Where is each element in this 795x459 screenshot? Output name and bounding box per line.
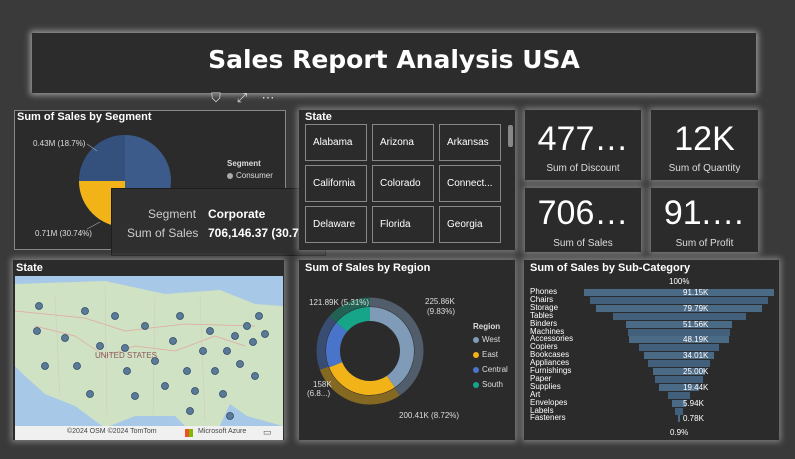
region-legend-title: Region: [473, 322, 501, 331]
segment-legend-label: Consumer: [236, 171, 273, 180]
region-label-bl1: 158K: [313, 380, 332, 389]
tooltip-key-segment: Segment: [148, 207, 197, 221]
funnel-value-label: 0.78K: [683, 414, 704, 424]
legend-dot-icon: [473, 381, 479, 388]
map-attribution: ©2024 OSM ©2024 TomTom: [67, 428, 157, 435]
legend-dot-icon: [227, 172, 233, 179]
state-map-visual[interactable]: State UNITED STATES ©2024 OSM ©2024 TomT…: [13, 260, 284, 440]
slicer-item[interactable]: California: [305, 165, 367, 202]
region-legend-item[interactable]: East: [473, 350, 498, 359]
funnel-value-label: 79.79K: [683, 303, 709, 313]
slicer-item[interactable]: Delaware: [305, 206, 367, 243]
region-label-br: 200.41K (8.72%): [399, 411, 460, 420]
region-legend-item[interactable]: West: [473, 335, 500, 344]
funnel-value-label: 5.94K: [683, 398, 704, 408]
funnel-bar[interactable]: [589, 296, 769, 304]
card-quantity: 12K Sum of Quantity: [651, 110, 758, 180]
tooltip-key-sales: Sum of Sales: [127, 226, 199, 240]
map-brand: Microsoft Azure: [198, 428, 247, 435]
page-title: Sales Report Analysis USA: [208, 45, 580, 74]
card-discount-label: Sum of Discount: [546, 163, 620, 174]
funnel-value-label: 51.56K: [683, 319, 709, 329]
pie-slice-home-office[interactable]: [79, 135, 125, 181]
subcategory-funnel-visual[interactable]: Sum of Sales by Sub-Category 100% 0.9% P…: [524, 260, 779, 440]
tooltip-value-segment: Corporate: [208, 207, 266, 221]
slicer-item[interactable]: Alabama: [305, 124, 367, 161]
region-label-tl: 121.89K (5.31%): [309, 298, 370, 307]
region-legend-label: South: [482, 380, 503, 389]
segment-label-top: 0.43M (18.7%): [33, 139, 86, 148]
funnel-value-label: 25.00K: [683, 367, 709, 376]
legend-dot-icon: [473, 336, 479, 343]
filter-icon[interactable]: ⛉: [206, 89, 226, 107]
funnel-bar[interactable]: [678, 415, 680, 423]
funnel-bar[interactable]: [627, 328, 731, 336]
title-banner: Sales Report Analysis USA: [32, 33, 756, 93]
slicer-scrollbar[interactable]: [508, 125, 513, 147]
visual-toolbar: ⛉ ⤢ ⋯: [206, 88, 286, 108]
funnel-bar[interactable]: [584, 289, 774, 296]
card-quantity-value: 12K: [674, 120, 735, 158]
funnel-bar[interactable]: [675, 407, 683, 415]
region-donut-visual[interactable]: Sum of Sales by Region 121.89K (5.31%) 2…: [299, 260, 515, 440]
card-sales: 706… Sum of Sales: [525, 188, 641, 252]
segment-legend-title: Segment: [227, 159, 261, 168]
state-slicer-heading: State: [305, 111, 332, 123]
region-label-tr2: (9.83%): [427, 307, 456, 316]
slicer-item[interactable]: Florida: [372, 206, 434, 243]
funnel-bar[interactable]: [628, 336, 730, 344]
map-canvas[interactable]: UNITED STATES: [15, 276, 283, 438]
slicer-item[interactable]: Georgia: [439, 206, 501, 243]
more-options-icon[interactable]: ⋯: [258, 89, 278, 107]
feedback-icon[interactable]: ▭: [263, 427, 272, 438]
card-profit-value: 91.…: [663, 194, 746, 232]
map-heading: State: [16, 262, 43, 274]
funnel-bar[interactable]: [612, 312, 746, 320]
slicer-item[interactable]: Arkansas: [439, 124, 501, 161]
focus-mode-icon[interactable]: ⤢: [232, 89, 252, 107]
region-legend-label: East: [482, 350, 499, 359]
map-country-label: UNITED STATES: [95, 351, 157, 360]
tooltip: Segment Corporate Sum of Sales 706,146.3…: [111, 188, 326, 256]
region-legend-label: West: [482, 335, 501, 344]
microsoft-logo-icon: [185, 429, 193, 437]
funnel-bar[interactable]: [625, 320, 733, 328]
funnel-value-label: 34.01K: [683, 351, 709, 361]
legend-dot-icon: [473, 366, 479, 373]
card-sales-label: Sum of Sales: [553, 238, 613, 249]
card-discount: 477… Sum of Discount: [525, 110, 641, 180]
funnel-value-label: 48.19K: [683, 335, 709, 345]
card-discount-value: 477…: [537, 120, 629, 158]
funnel-top-pct: 100%: [669, 277, 690, 286]
legend-dot-icon: [473, 351, 479, 358]
state-slicer: State Alabama Arizona Arkansas California Co…: [299, 110, 515, 250]
slicer-item[interactable]: Colorado: [372, 165, 434, 202]
card-profit: 91.… Sum of Profit: [651, 188, 758, 252]
subcategory-heading: Sum of Sales by Sub-Category: [530, 262, 691, 274]
slicer-item[interactable]: Connect...: [439, 165, 501, 202]
region-legend-item[interactable]: South: [473, 380, 503, 389]
funnel-value-label: 19.44K: [683, 382, 709, 392]
map-attribution-bar: ©2024 OSM ©2024 TomTom Microsoft Azure ▭: [15, 426, 283, 440]
segment-legend-item[interactable]: Consumer: [227, 171, 273, 180]
region-legend-item[interactable]: Central: [473, 365, 508, 374]
segment-label-bottom: 0.71M (30.74%): [35, 229, 92, 238]
funnel-value-label: 91.15K: [683, 288, 709, 297]
region-legend-label: Central: [482, 365, 508, 374]
card-quantity-label: Sum of Quantity: [668, 163, 741, 174]
card-sales-value: 706…: [537, 194, 629, 232]
funnel-bottom-pct: 0.9%: [670, 428, 689, 437]
region-label-tr1: 225.86K: [425, 297, 455, 306]
funnel-bar[interactable]: [596, 304, 762, 312]
slicer-item[interactable]: Arizona: [372, 124, 434, 161]
card-profit-label: Sum of Profit: [675, 238, 734, 249]
region-label-bl2: (6.8...): [307, 389, 331, 398]
funnel-category-label: Fasteners: [530, 413, 566, 423]
